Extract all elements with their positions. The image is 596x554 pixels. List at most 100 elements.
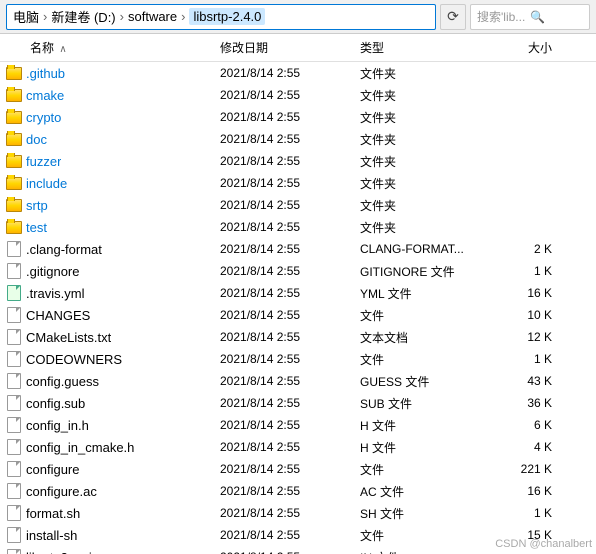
file-icon — [6, 307, 22, 323]
file-type: 文件 — [360, 527, 480, 544]
folder-icon — [6, 87, 22, 103]
file-type: 文件夹 — [360, 219, 480, 236]
file-name-label: .travis.yml — [26, 286, 85, 301]
file-name-label: CHANGES — [26, 308, 90, 323]
col-type-header[interactable]: 类型 — [360, 39, 480, 56]
file-type: 文件夹 — [360, 87, 480, 104]
file-size: 12 K — [480, 330, 560, 344]
file-type: SH 文件 — [360, 505, 480, 522]
breadcrumb-item-3[interactable]: libsrtp-2.4.0 — [189, 8, 265, 25]
file-list: .github2021/8/14 2:55文件夹cmake2021/8/14 2… — [0, 62, 596, 554]
folder-icon — [6, 175, 22, 191]
file-type: 文件夹 — [360, 65, 480, 82]
file-type: AC 文件 — [360, 483, 480, 500]
table-row[interactable]: CHANGES 2021/8/14 2:55文件10 K — [0, 304, 596, 326]
file-date: 2021/8/14 2:55 — [220, 88, 360, 102]
table-row[interactable]: doc2021/8/14 2:55文件夹 — [0, 128, 596, 150]
file-name-label: configure.ac — [26, 484, 97, 499]
table-row[interactable]: srtp2021/8/14 2:55文件夹 — [0, 194, 596, 216]
file-type: 文本文档 — [360, 329, 480, 346]
table-row[interactable]: configure.ac2021/8/14 2:55AC 文件16 K — [0, 480, 596, 502]
refresh-button[interactable]: ⟳ — [440, 4, 466, 30]
file-size: 16 K — [480, 286, 560, 300]
file-size: 6 K — [480, 418, 560, 432]
file-name-cell: config_in.h — [0, 417, 220, 433]
file-name-cell: .github — [0, 65, 220, 81]
breadcrumb-item-1[interactable]: 新建卷 (D:) — [51, 7, 115, 26]
file-name-label: config_in_cmake.h — [26, 440, 134, 455]
file-name-cell: format.sh — [0, 505, 220, 521]
file-size: 10 K — [480, 308, 560, 322]
table-row[interactable]: .travis.yml2021/8/14 2:55YML 文件16 K — [0, 282, 596, 304]
table-row[interactable]: config_in.h2021/8/14 2:55H 文件6 K — [0, 414, 596, 436]
table-row[interactable]: libsrtp2.pc.in2021/8/14 2:55IN 文件 — [0, 546, 596, 554]
table-row[interactable]: cmake2021/8/14 2:55文件夹 — [0, 84, 596, 106]
search-placeholder: 搜索'lib... — [477, 8, 530, 25]
file-date: 2021/8/14 2:55 — [220, 308, 360, 322]
file-type: H 文件 — [360, 439, 480, 456]
file-icon — [6, 549, 22, 554]
table-row[interactable]: CMakeLists.txt2021/8/14 2:55文本文档12 K — [0, 326, 596, 348]
file-icon — [6, 505, 22, 521]
file-name-label: crypto — [26, 110, 61, 125]
file-icon — [6, 329, 22, 345]
file-date: 2021/8/14 2:55 — [220, 528, 360, 542]
table-row[interactable]: config.guess2021/8/14 2:55GUESS 文件43 K — [0, 370, 596, 392]
file-name-label: config.sub — [26, 396, 85, 411]
file-type: 文件夹 — [360, 131, 480, 148]
file-date: 2021/8/14 2:55 — [220, 66, 360, 80]
file-name-label: CMakeLists.txt — [26, 330, 111, 345]
table-row[interactable]: .github2021/8/14 2:55文件夹 — [0, 62, 596, 84]
breadcrumb-sep-2: › — [181, 9, 185, 24]
file-date: 2021/8/14 2:55 — [220, 110, 360, 124]
file-name-cell: .clang-format — [0, 241, 220, 257]
table-row[interactable]: .gitignore2021/8/14 2:55GITIGNORE 文件1 K — [0, 260, 596, 282]
table-row[interactable]: config_in_cmake.h2021/8/14 2:55H 文件4 K — [0, 436, 596, 458]
file-name-label: CODEOWNERS — [26, 352, 122, 367]
file-name-cell: test — [0, 219, 220, 235]
file-name-cell: include — [0, 175, 220, 191]
col-size-header[interactable]: 大小 — [480, 39, 560, 56]
file-name-label: include — [26, 176, 67, 191]
file-size: 2 K — [480, 242, 560, 256]
file-date: 2021/8/14 2:55 — [220, 374, 360, 388]
folder-icon — [6, 131, 22, 147]
file-date: 2021/8/14 2:55 — [220, 242, 360, 256]
file-date: 2021/8/14 2:55 — [220, 286, 360, 300]
table-row[interactable]: fuzzer2021/8/14 2:55文件夹 — [0, 150, 596, 172]
search-box[interactable]: 搜索'lib... 🔍 — [470, 4, 590, 30]
file-date: 2021/8/14 2:55 — [220, 352, 360, 366]
table-row[interactable]: include2021/8/14 2:55文件夹 — [0, 172, 596, 194]
file-name-label: fuzzer — [26, 154, 61, 169]
file-type: 文件 — [360, 307, 480, 324]
table-row[interactable]: format.sh2021/8/14 2:55SH 文件1 K — [0, 502, 596, 524]
file-date: 2021/8/14 2:55 — [220, 198, 360, 212]
table-row[interactable]: crypto2021/8/14 2:55文件夹 — [0, 106, 596, 128]
file-name-cell: CMakeLists.txt — [0, 329, 220, 345]
file-icon — [6, 241, 22, 257]
table-row[interactable]: CODEOWNERS2021/8/14 2:55文件1 K — [0, 348, 596, 370]
file-size: 43 K — [480, 374, 560, 388]
table-row[interactable]: configure2021/8/14 2:55文件221 K — [0, 458, 596, 480]
col-name-header[interactable]: 名称 ∧ — [0, 39, 220, 56]
file-icon — [6, 285, 22, 301]
breadcrumb-path[interactable]: 电脑 › 新建卷 (D:) › software › libsrtp-2.4.0 — [6, 4, 436, 30]
file-name-label: .gitignore — [26, 264, 79, 279]
file-size: 15 K — [480, 528, 560, 542]
address-bar: 电脑 › 新建卷 (D:) › software › libsrtp-2.4.0… — [0, 0, 596, 34]
table-row[interactable]: install-sh2021/8/14 2:55文件15 K — [0, 524, 596, 546]
file-icon — [6, 395, 22, 411]
file-type: 文件夹 — [360, 175, 480, 192]
table-row[interactable]: config.sub2021/8/14 2:55SUB 文件36 K — [0, 392, 596, 414]
file-date: 2021/8/14 2:55 — [220, 484, 360, 498]
file-name-label: config_in.h — [26, 418, 89, 433]
breadcrumb-item-2[interactable]: software — [128, 9, 177, 24]
table-row[interactable]: test2021/8/14 2:55文件夹 — [0, 216, 596, 238]
search-icon: 🔍 — [530, 10, 583, 24]
breadcrumb-sep-0: › — [43, 9, 47, 24]
file-date: 2021/8/14 2:55 — [220, 418, 360, 432]
col-date-header[interactable]: 修改日期 — [220, 39, 360, 56]
file-date: 2021/8/14 2:55 — [220, 506, 360, 520]
breadcrumb-item-0[interactable]: 电脑 — [13, 7, 39, 26]
table-row[interactable]: .clang-format2021/8/14 2:55CLANG-FORMAT.… — [0, 238, 596, 260]
